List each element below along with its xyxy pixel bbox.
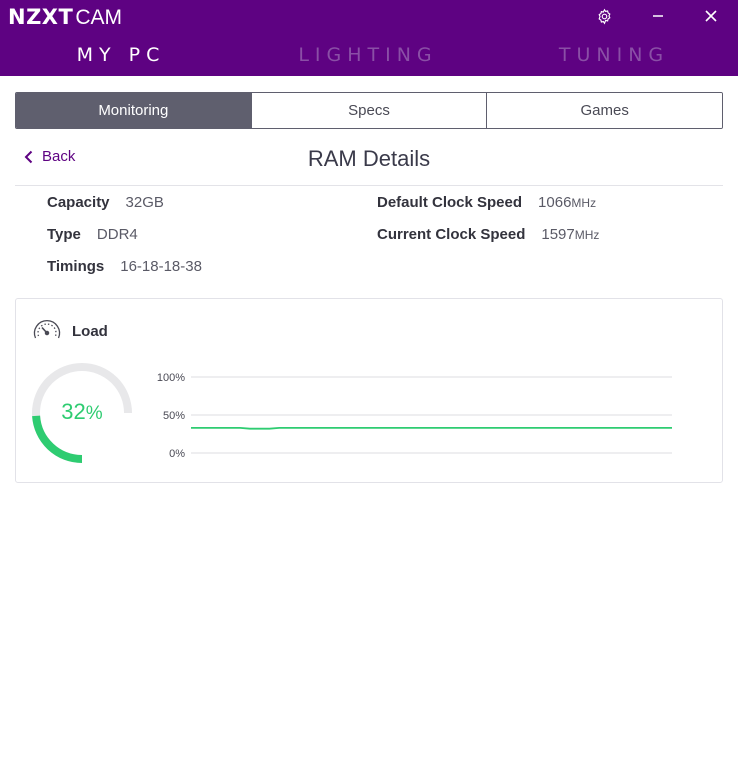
- spec-value: 1597: [541, 226, 575, 243]
- load-value: 32: [61, 399, 86, 424]
- gear-icon: [597, 8, 611, 24]
- load-series-line: [191, 427, 672, 430]
- load-card: Load 32% 100% 50% 0%: [15, 298, 723, 483]
- tab-monitoring[interactable]: Monitoring: [16, 93, 251, 128]
- spec-default-clock: Default Clock Speed 1066 MHz: [377, 194, 596, 211]
- load-percentage: 32%: [31, 399, 133, 425]
- tab-specs[interactable]: Specs: [250, 93, 487, 128]
- spec-type: Type DDR4: [47, 226, 138, 243]
- spec-unit: MHz: [571, 196, 597, 210]
- spec-label: Default Clock Speed: [377, 194, 523, 211]
- load-title: Load: [72, 323, 108, 340]
- brand-name: NZXT: [8, 5, 74, 29]
- nav-tuning[interactable]: TUNING: [514, 44, 714, 66]
- nav-my-pc[interactable]: MY PC: [21, 44, 221, 66]
- y-tick-label: 50%: [163, 410, 185, 422]
- spec-value: 1066: [538, 194, 572, 211]
- product-name: CAM: [75, 6, 122, 29]
- load-chart: 100% 50% 0%: [157, 372, 672, 460]
- spec-value: 16-18-18-38: [120, 258, 202, 275]
- spec-value: 32GB: [125, 194, 164, 211]
- y-tick-label: 0%: [169, 448, 185, 460]
- spec-label: Capacity: [47, 194, 110, 211]
- title-bar: NZXTCAM MY PC LIGHTING TUNING: [0, 0, 738, 76]
- app-logo: NZXTCAM: [8, 5, 122, 30]
- spec-timings: Timings 16-18-18-38: [47, 258, 202, 275]
- spec-unit: MHz: [574, 228, 600, 242]
- spec-label: Type: [47, 226, 81, 243]
- spec-label: Timings: [47, 258, 105, 275]
- spec-label: Current Clock Speed: [377, 226, 526, 243]
- speedometer-icon: [33, 320, 61, 339]
- spec-current-clock: Current Clock Speed 1597 MHz: [377, 226, 599, 243]
- close-button[interactable]: [697, 4, 725, 28]
- settings-button[interactable]: [590, 4, 618, 28]
- load-unit: %: [85, 403, 103, 424]
- minimize-button[interactable]: [644, 4, 672, 28]
- close-icon: [705, 10, 717, 22]
- y-tick-label: 100%: [157, 372, 185, 384]
- nav-lighting[interactable]: LIGHTING: [268, 44, 468, 66]
- minimize-icon: [653, 15, 663, 17]
- spec-capacity: Capacity 32GB: [47, 194, 164, 211]
- spec-value: DDR4: [96, 226, 138, 243]
- page-title: RAM Details: [307, 146, 431, 171]
- header-divider: [15, 185, 723, 186]
- view-tabs: Monitoring Specs Games: [15, 92, 723, 129]
- tab-games[interactable]: Games: [486, 93, 722, 128]
